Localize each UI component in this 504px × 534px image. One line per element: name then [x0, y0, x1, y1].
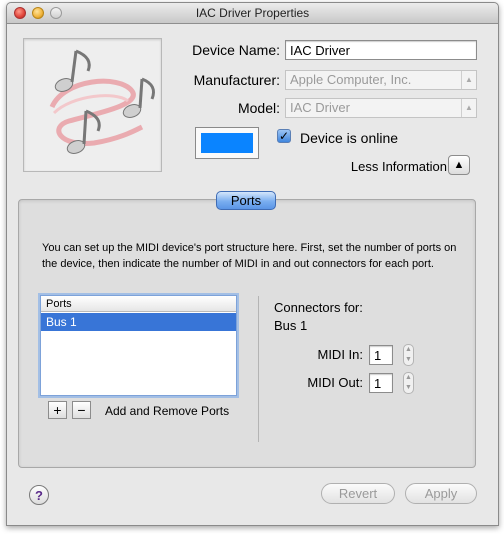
ports-list-header[interactable]: Ports: [41, 296, 236, 312]
ports-description: You can set up the MIDI device's port st…: [42, 242, 457, 270]
device-icon-well[interactable]: [23, 38, 162, 172]
chevron-updown-icon: ▲: [461, 71, 476, 89]
manufacturer-label: Manufacturer:: [193, 72, 280, 88]
device-color-swatch: [201, 133, 253, 153]
model-value: IAC Driver: [290, 100, 350, 115]
tab-ports[interactable]: Ports: [216, 191, 276, 210]
vertical-divider: [258, 296, 259, 442]
device-online-label: Device is online: [300, 130, 399, 146]
add-remove-ports-label: Add and Remove Ports: [105, 404, 230, 418]
midi-out-stepper[interactable]: ▲ ▼: [403, 372, 414, 394]
add-port-button[interactable]: +: [48, 401, 67, 419]
window-title: IAC Driver Properties: [195, 6, 310, 20]
less-information-button[interactable]: ▲: [448, 155, 470, 175]
device-name-label: Device Name:: [192, 42, 280, 58]
midi-in-label: MIDI In:: [317, 347, 363, 362]
midi-in-stepper[interactable]: ▲ ▼: [403, 344, 414, 366]
less-information-label: Less Information: [350, 159, 447, 174]
midi-out-field[interactable]: 1: [369, 373, 393, 393]
list-item[interactable]: Bus 1: [41, 313, 236, 331]
title-bar[interactable]: IAC Driver Properties: [7, 3, 498, 24]
manufacturer-value: Apple Computer, Inc.: [290, 72, 412, 87]
help-button[interactable]: ?: [29, 485, 49, 505]
manufacturer-popup[interactable]: Apple Computer, Inc. ▲: [285, 70, 477, 90]
ports-list[interactable]: Ports Bus 1: [40, 295, 237, 396]
remove-port-button[interactable]: −: [72, 401, 91, 419]
chevron-updown-icon: ▲: [461, 99, 476, 117]
music-notes-icon: [49, 49, 156, 154]
connectors-bus-name: Bus 1: [274, 318, 308, 333]
revert-button[interactable]: Revert: [321, 483, 395, 504]
apply-button[interactable]: Apply: [405, 483, 477, 504]
connectors-title: Connectors for:: [274, 300, 363, 315]
midi-in-field[interactable]: 1: [369, 345, 393, 365]
model-label: Model:: [237, 100, 280, 116]
device-color-well[interactable]: [195, 127, 259, 159]
device-name-input[interactable]: IAC Driver: [285, 40, 477, 60]
model-popup[interactable]: IAC Driver ▲: [285, 98, 477, 118]
device-online-checkbox[interactable]: ✓: [277, 129, 291, 143]
midi-out-label: MIDI Out:: [307, 375, 363, 390]
